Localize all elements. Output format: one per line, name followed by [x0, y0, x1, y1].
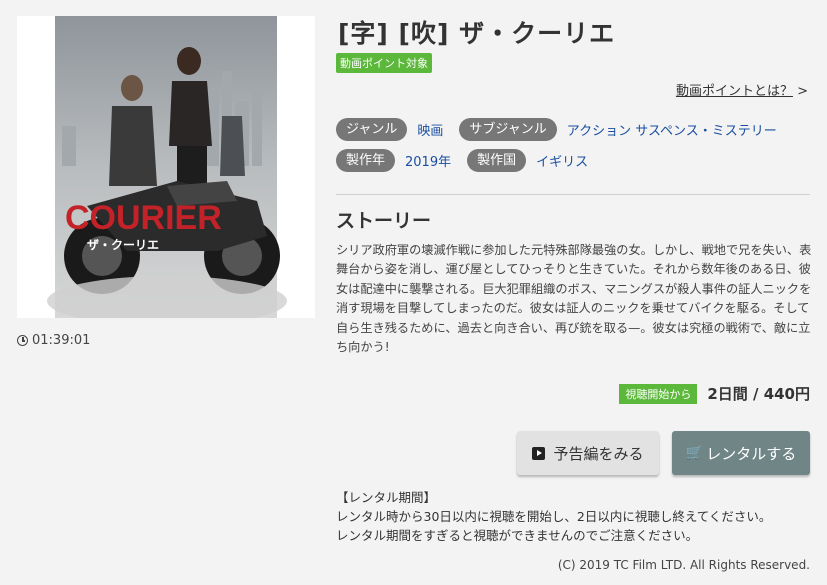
year-label: 製作年: [336, 149, 396, 172]
divider: [336, 194, 810, 195]
subgenre-label: サブジャンル: [459, 118, 557, 141]
story-heading: ストーリー: [336, 210, 432, 232]
year-link[interactable]: 2019年: [405, 151, 451, 170]
trailer-button-label[interactable]: 予告編をみる: [553, 443, 643, 464]
page-title: [字] [吹] ザ・クーリエ: [338, 19, 616, 48]
duration: 01:39:01: [17, 333, 90, 348]
price-badge: 視聴開始から: [619, 383, 698, 404]
rental-info-line1: レンタル時から30日以内に視聴を開始し、2日以内に視聴し終えてください。: [336, 509, 772, 524]
price-value: 2日間 / 440円: [707, 385, 810, 403]
duration-value: 01:39:01: [32, 333, 91, 348]
movie-poster: COURIER ザ・クーリエ: [17, 16, 315, 318]
cart-icon: 🛒: [685, 445, 704, 461]
rental-info-heading: 【レンタル期間】: [336, 490, 437, 505]
story-text: シリア政府軍の壊滅作戦に参加した元特殊部隊最強の女。しかし、戦地で兄を失い、表舞…: [336, 243, 812, 355]
rental-info-line2: レンタル期間をすぎると視聴ができませんのでご注意ください。: [336, 528, 699, 543]
points-info-link[interactable]: 動画ポイントとは？ >: [676, 80, 808, 99]
points-badge: 動画ポイント対象: [336, 53, 432, 73]
poster-title-jp: ザ・クーリエ: [87, 238, 159, 252]
country-link[interactable]: イギリス: [536, 151, 588, 170]
play-icon: [532, 446, 546, 460]
country-label: 製作国: [467, 149, 527, 172]
points-info-label[interactable]: 動画ポイントとは？: [676, 84, 793, 99]
rent-button-label[interactable]: レンタルする: [706, 443, 796, 464]
genre-link[interactable]: 映画: [417, 120, 443, 139]
trailer-button[interactable]: 予告編をみる: [517, 431, 659, 475]
subgenre-link[interactable]: アクション サスペンス・ミステリー: [567, 120, 777, 139]
copyright: (C) 2019 TC Film LTD. All Rights Reserve…: [557, 558, 810, 572]
production-row: 製作年 2019年 製作国 イギリス: [336, 149, 604, 172]
poster-title-latin: COURIER: [65, 199, 222, 237]
price-row: 視聴開始から 2日間 / 440円: [619, 383, 810, 404]
clock-icon: [17, 335, 28, 346]
genre-row: ジャンル 映画 サブジャンル アクション サスペンス・ミステリー: [336, 118, 793, 141]
chevron-right-icon: >: [797, 84, 808, 99]
rent-button[interactable]: 🛒 レンタルする: [672, 431, 810, 475]
rental-info: 【レンタル期間】 レンタル時から30日以内に視聴を開始し、2日以内に視聴し終えて…: [336, 488, 771, 545]
genre-label: ジャンル: [336, 118, 408, 141]
